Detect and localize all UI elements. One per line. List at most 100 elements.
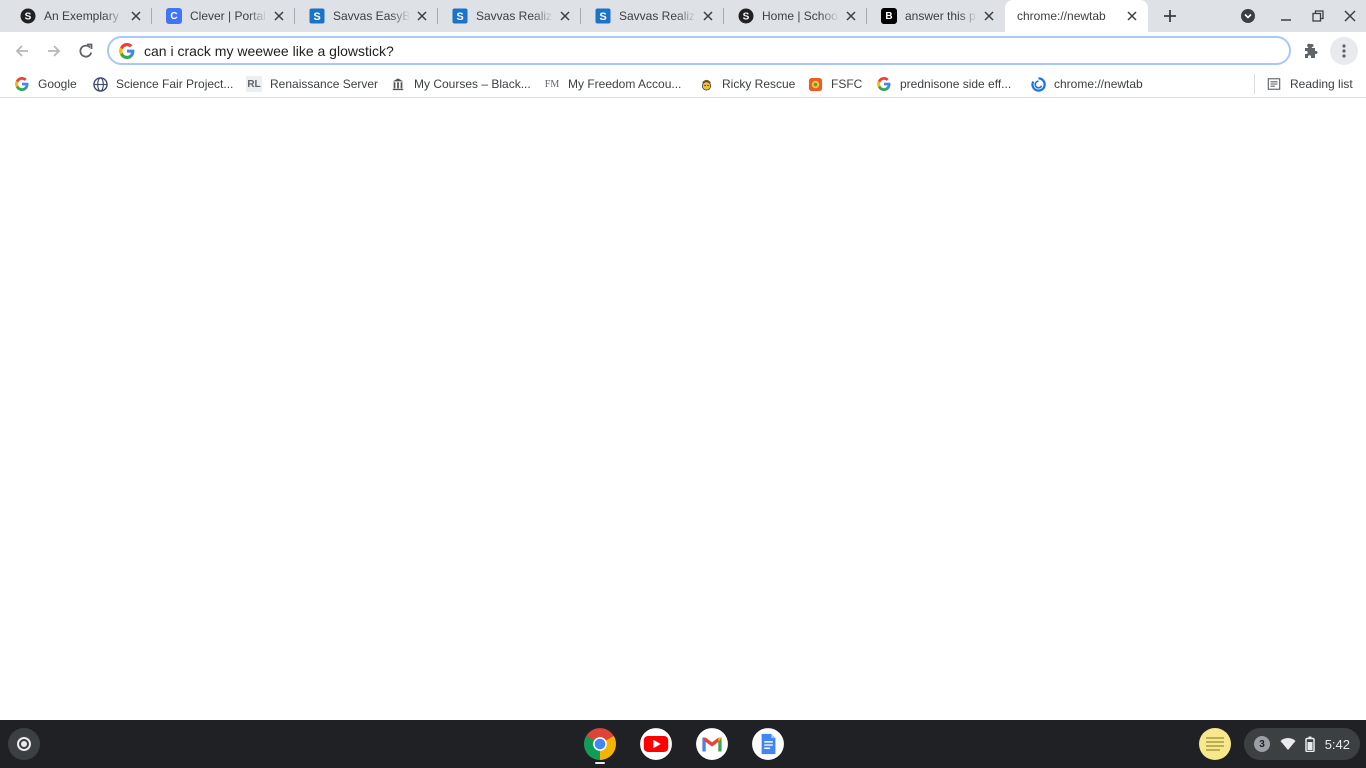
globe-icon: [92, 76, 108, 92]
tab-close-icon[interactable]: [1124, 8, 1140, 24]
ricky-icon: [698, 76, 714, 92]
tab-close-icon[interactable]: [414, 8, 430, 24]
youtube-icon: [640, 728, 672, 760]
tab-close-icon[interactable]: [700, 8, 716, 24]
brainly-b-icon: B: [881, 8, 897, 24]
restore-icon: [1312, 10, 1324, 22]
bookmark-renaissance[interactable]: RL Renaissance Server: [246, 74, 378, 94]
tab-an-exemplary[interactable]: S An Exemplary: [6, 0, 152, 32]
savvas-s-icon: S: [595, 8, 611, 24]
running-indicator: [595, 762, 605, 764]
bookmark-my-courses[interactable]: My Courses – Black...: [390, 74, 531, 94]
tab-clever-portal[interactable]: C Clever | Portal: [152, 0, 295, 32]
omnibox[interactable]: [107, 36, 1291, 65]
columns-icon: [390, 76, 406, 92]
bookmark-label: My Courses – Black...: [414, 77, 531, 91]
chrome-icon: [584, 728, 616, 760]
tab-title: Home | Schoology: [762, 9, 839, 23]
bookmark-prednisone[interactable]: prednisone side eff...: [876, 74, 1011, 94]
notification-count-badge: 3: [1254, 736, 1270, 752]
svg-text:S: S: [313, 11, 320, 23]
sticky-notes-icon: [1199, 728, 1231, 760]
bookmark-label: chrome://newtab: [1054, 77, 1143, 91]
shelf-app-gmail[interactable]: [695, 727, 729, 761]
fm-icon: FM: [544, 78, 560, 90]
tab-close-icon[interactable]: [271, 8, 287, 24]
reading-list-button[interactable]: Reading list: [1266, 74, 1353, 94]
address-input[interactable]: [144, 42, 1244, 59]
minimize-icon: [1281, 19, 1291, 21]
tab-savvas-realize-1[interactable]: S Savvas Realize: [438, 0, 581, 32]
plus-icon: [1164, 10, 1176, 22]
svg-text:S: S: [456, 11, 463, 23]
shelf-app-youtube[interactable]: [639, 727, 673, 761]
bookmark-chrome-newtab[interactable]: chrome://newtab: [1030, 74, 1143, 94]
forward-arrow-icon: [48, 45, 61, 57]
rl-icon: RL: [246, 76, 262, 92]
savvas-s-icon: S: [309, 8, 325, 24]
tab-title: Savvas EasyBridge: [333, 9, 410, 23]
bookmark-label: Science Fair Project...: [116, 77, 234, 91]
page-content[interactable]: [0, 99, 1366, 720]
close-icon: [1344, 10, 1356, 22]
bookmark-label: My Freedom Accou...: [568, 77, 682, 91]
tab-search-icon: [1241, 9, 1255, 23]
tab-close-icon[interactable]: [843, 8, 859, 24]
shelf-app-docs[interactable]: [751, 727, 785, 761]
tab-answer-this[interactable]: B answer this ple: [867, 0, 1005, 32]
tab-close-icon[interactable]: [557, 8, 573, 24]
tab-close-icon[interactable]: [128, 8, 144, 24]
tab-title: An Exemplary: [44, 9, 119, 23]
notes-tray-button[interactable]: [1198, 728, 1232, 760]
tab-close-icon[interactable]: [981, 8, 997, 24]
close-window-button[interactable]: [1338, 4, 1362, 28]
reading-list-icon: [1266, 76, 1282, 92]
browser-toolbar: [0, 32, 1366, 70]
tab-new-tab-active[interactable]: chrome://newtab: [1005, 0, 1148, 32]
tab-title: Savvas Realize: [619, 9, 696, 23]
battery-icon: [1305, 736, 1315, 752]
s-circle-icon: S: [738, 8, 754, 24]
bookmarks-bar: Google Science Fair Project... RL Renais…: [0, 70, 1366, 98]
google-g-icon: [14, 76, 30, 92]
minimize-button[interactable]: [1274, 4, 1298, 28]
bookmark-fsfc[interactable]: FSFC: [807, 74, 862, 94]
launcher-button[interactable]: [8, 728, 40, 760]
back-arrow-icon: [15, 45, 28, 57]
bookmark-ricky-rescue[interactable]: Ricky Rescue: [698, 74, 795, 94]
forward-button[interactable]: [40, 37, 68, 65]
tab-savvas-easybridge[interactable]: S Savvas EasyBridge: [295, 0, 438, 32]
puzzle-icon: [1305, 43, 1318, 58]
reading-list-label: Reading list: [1290, 77, 1353, 91]
tab-title: chrome://newtab: [1017, 9, 1106, 23]
wifi-icon: [1280, 738, 1296, 750]
bookmark-label: prednisone side eff...: [900, 77, 1012, 91]
browser-menu-button[interactable]: [1330, 37, 1358, 65]
chrome-spinner-icon: [1030, 76, 1046, 92]
system-shelf: [0, 720, 1366, 768]
bookmark-science-fair[interactable]: Science Fair Project...: [92, 74, 233, 94]
gmail-icon: [696, 728, 728, 760]
tab-savvas-realize-2[interactable]: S Savvas Realize: [581, 0, 724, 32]
bookmark-label: Ricky Rescue: [722, 77, 796, 91]
back-button[interactable]: [8, 37, 36, 65]
new-tab-button[interactable]: [1158, 4, 1182, 28]
launcher-circle-icon: [17, 737, 31, 751]
fsfc-icon: [807, 76, 823, 92]
restore-button[interactable]: [1306, 4, 1330, 28]
google-g-icon: [876, 76, 892, 92]
status-area[interactable]: 3 5:42: [1244, 728, 1360, 760]
clever-c-icon: C: [166, 8, 182, 24]
tab-title: Savvas Realize: [476, 9, 553, 23]
bookmark-google[interactable]: Google: [14, 74, 77, 94]
shelf-app-chrome[interactable]: [583, 727, 617, 761]
google-g-icon: [119, 42, 135, 59]
svg-text:S: S: [25, 12, 32, 23]
tab-strip: S An Exemplary C Clever | Portal S Savva…: [0, 0, 1366, 32]
extensions-button[interactable]: [1298, 37, 1326, 65]
bookmark-my-freedom[interactable]: FM My Freedom Accou...: [544, 74, 682, 94]
reload-button[interactable]: [72, 37, 100, 65]
tab-home-schoology[interactable]: S Home | Schoology: [724, 0, 867, 32]
tab-search-button[interactable]: [1236, 4, 1260, 28]
bookmark-label: Google: [38, 77, 77, 91]
